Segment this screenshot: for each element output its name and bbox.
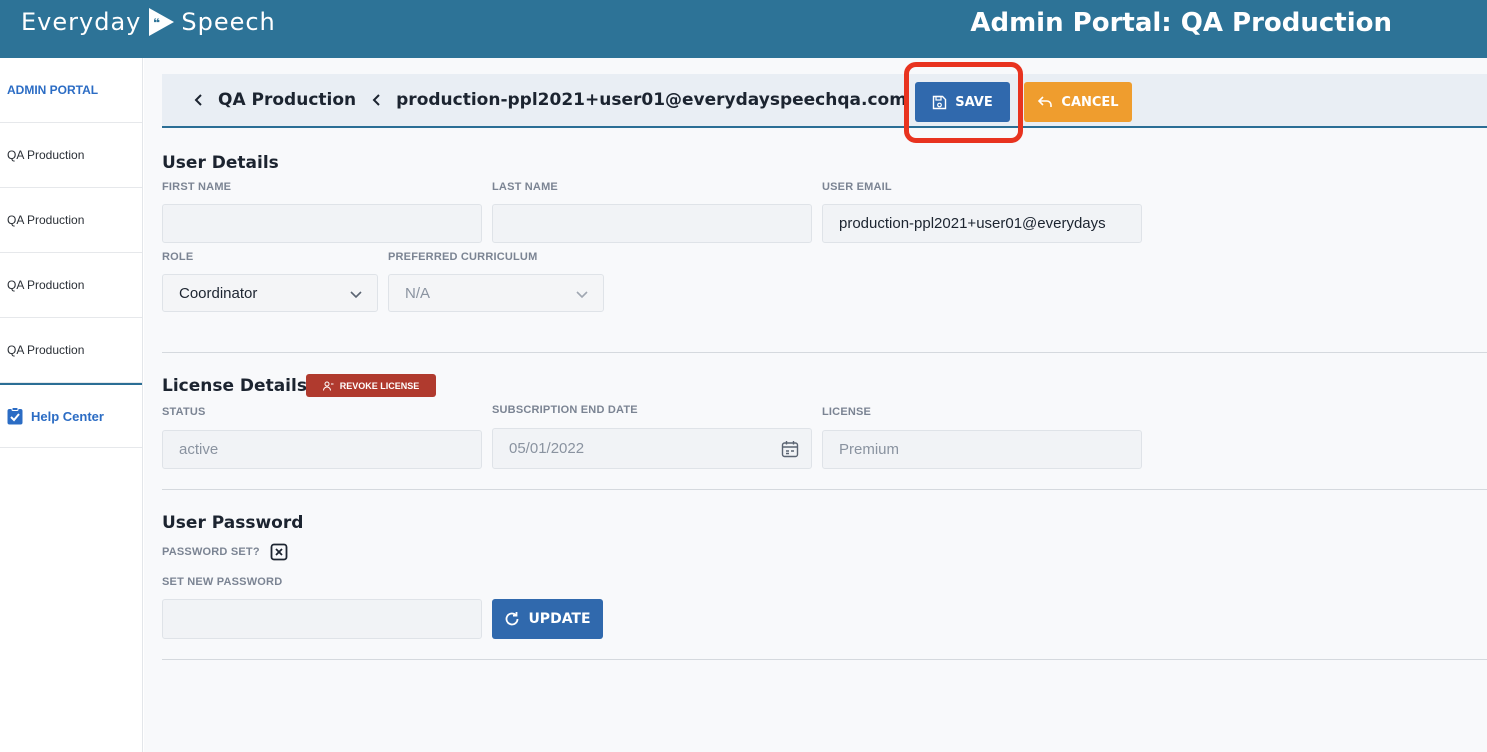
section-divider [162,489,1487,490]
chevron-down-icon [350,291,362,299]
top-bar: Everyday ❝ Speech Admin Portal: QA Produ… [0,0,1487,58]
cancel-button[interactable]: CANCEL [1024,82,1132,122]
chevron-left-icon [194,94,202,106]
brand-right-text: Speech [181,8,276,36]
subscription-end-date-field[interactable]: 05/01/2022 [492,428,812,469]
breadcrumb-user[interactable]: production-ppl2021+user01@everydayspeech… [356,90,907,110]
sidebar-item-org-2[interactable]: QA Production [0,188,142,253]
set-new-password-label: SET NEW PASSWORD [162,576,283,588]
refresh-icon [506,612,519,626]
first-name-label: FIRST NAME [162,181,232,193]
role-label: ROLE [162,251,194,263]
user-password-title: User Password [162,513,304,533]
sidebar: ADMIN PORTAL QA Production QA Production… [0,58,143,752]
brand-logo[interactable]: Everyday ❝ Speech [21,6,276,38]
cancel-label: CANCEL [1061,94,1119,110]
help-center-label: Help Center [31,408,104,424]
last-name-label: LAST NAME [492,181,558,193]
preferred-curriculum-select[interactable]: N/A [388,274,604,312]
last-name-field[interactable] [492,204,812,243]
breadcrumb-bar: QA Production production-ppl2021+user01@… [162,74,1487,128]
chevron-down-icon [576,291,588,299]
status-field[interactable]: active [162,430,482,469]
update-password-button[interactable]: UPDATE [492,599,603,639]
first-name-field[interactable] [162,204,482,243]
svg-text:❝: ❝ [153,16,161,30]
breadcrumb-user-label: production-ppl2021+user01@everydayspeech… [396,90,907,110]
sidebar-heading-admin-portal[interactable]: ADMIN PORTAL [0,58,142,123]
curriculum-value: N/A [405,284,431,302]
sidebar-item-org-1[interactable]: QA Production [0,123,142,188]
license-field[interactable]: Premium [822,430,1142,469]
sidebar-item-org-3[interactable]: QA Production [0,253,142,318]
save-highlight-annotation [904,62,1023,143]
sidebar-item-help-center[interactable]: Help Center [0,383,142,448]
preferred-curriculum-label: PREFERRED CURRICULUM [388,251,538,263]
status-label: STATUS [162,406,206,418]
main-content: QA Production production-ppl2021+user01@… [144,58,1487,752]
clipboard-check-icon [7,407,23,425]
end-date-value: 05/01/2022 [509,440,585,457]
update-label: UPDATE [528,611,591,627]
user-email-label: USER EMAIL [822,181,892,193]
section-divider [162,659,1487,660]
subscription-end-date-label: SUBSCRIPTION END DATE [492,404,638,416]
license-details-title: License Details [162,376,307,396]
revoke-license-label: REVOKE LICENSE [339,380,420,391]
breadcrumb-org[interactable]: QA Production [162,90,356,110]
new-password-input[interactable] [162,599,482,639]
sidebar-item-org-4[interactable]: QA Production [0,318,142,383]
revoke-license-button[interactable]: REVOKE LICENSE [306,374,436,397]
undo-arrow-icon [1038,96,1053,107]
chevron-left-icon [372,94,380,106]
password-set-label: PASSWORD SET? [162,546,260,558]
calendar-icon [781,441,799,458]
role-value: Coordinator [179,284,258,302]
breadcrumb-org-label: QA Production [218,90,357,110]
brand-left-text: Everyday [21,8,142,36]
section-divider [162,352,1487,353]
speech-logo-icon: ❝ [149,8,175,36]
user-remove-icon [322,381,334,391]
license-label: LICENSE [822,406,872,418]
portal-title: Admin Portal: QA Production [970,8,1392,38]
user-email-field[interactable]: production-ppl2021+user01@everydays [822,204,1142,243]
user-details-title: User Details [162,153,279,173]
role-select[interactable]: Coordinator [162,274,378,312]
password-not-set-icon [270,543,288,561]
